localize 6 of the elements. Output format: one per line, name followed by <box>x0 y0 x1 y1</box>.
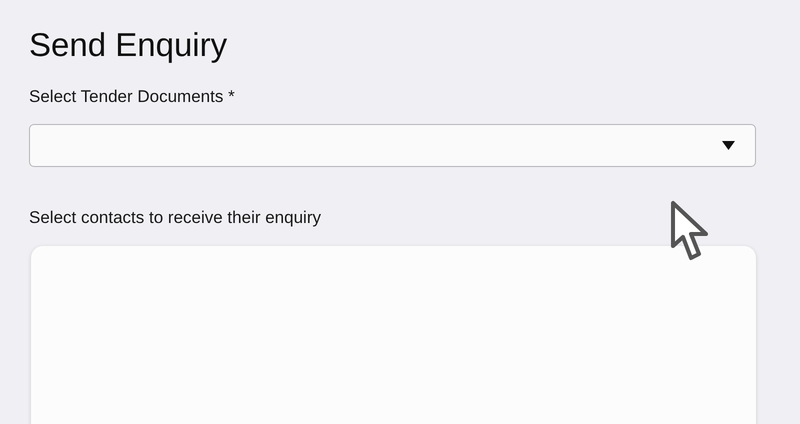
documents-dropdown[interactable] <box>29 124 756 166</box>
field-label: Select Tender Documents * <box>29 86 235 108</box>
dropdown-arrow-icon <box>722 140 735 150</box>
section-label: Select contacts to receive their enquiry <box>29 206 321 228</box>
page-title: Send Enquiry <box>29 25 228 65</box>
cursor-icon <box>670 200 710 262</box>
